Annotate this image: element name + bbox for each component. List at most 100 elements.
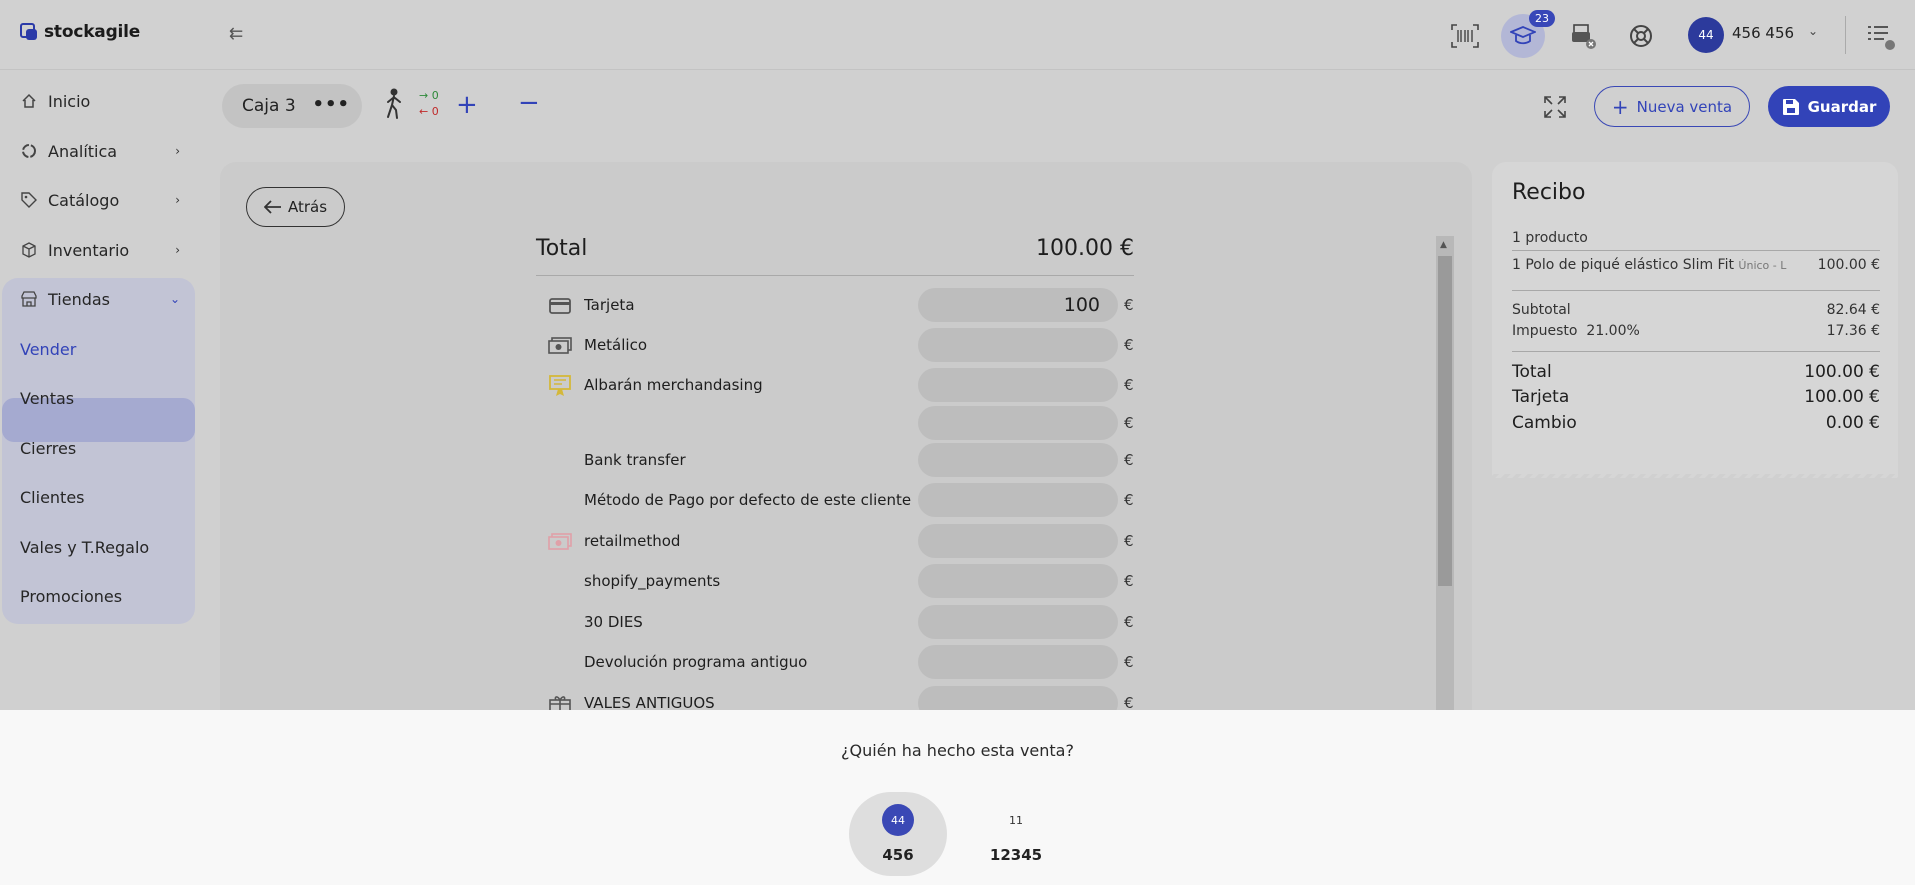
user-avatar[interactable]: 44 (1688, 17, 1724, 53)
save-button[interactable]: Guardar (1768, 86, 1890, 127)
product-count: 1 producto (1512, 230, 1588, 246)
payment-amount-input[interactable] (918, 524, 1118, 558)
currency-symbol: € (1124, 296, 1134, 314)
payment-amount-input[interactable] (918, 605, 1118, 639)
sidebar-subitem-vender[interactable]: Vender (20, 340, 76, 359)
fullscreen-icon[interactable] (1544, 96, 1566, 118)
chevron-down-icon[interactable]: ⌄ (1808, 24, 1818, 38)
arrow-left-icon (263, 200, 281, 214)
sidebar-subitem-ventas[interactable]: Ventas (20, 389, 74, 408)
payment-total-row: Total 100.00 € (536, 236, 1134, 276)
seller-avatar: 44 (882, 804, 914, 836)
receipt-divider (1512, 351, 1880, 352)
total-value: 100.00 € (1036, 236, 1134, 261)
customers-in-count: → 0 (419, 89, 439, 102)
payment-amount-input[interactable]: 100 (918, 288, 1118, 322)
count-out-value: 0 (431, 105, 439, 118)
sidebar-item-inventario[interactable]: Inventario › (20, 230, 180, 270)
payment-row-devolucion: Devolución programa antiguo € (536, 645, 1136, 681)
payment-row-albaran: Albarán merchandasing € (536, 368, 1136, 404)
payment-amount-input[interactable] (918, 406, 1118, 440)
receipt-total-label: Total (1512, 362, 1552, 382)
sidebar-subitem-clientes[interactable]: Clientes (20, 488, 85, 507)
more-options-icon[interactable]: ••• (312, 94, 350, 115)
logo[interactable]: stockagile (20, 22, 140, 42)
payment-scrollbar[interactable]: ▲ (1436, 236, 1454, 712)
payment-amount-input[interactable] (918, 686, 1118, 710)
caja-selector[interactable]: Caja 3 ••• (222, 84, 362, 128)
currency-symbol: € (1124, 613, 1134, 631)
seller-option[interactable]: 44 456 (849, 792, 947, 876)
sidebar-subitem-vales[interactable]: Vales y T.Regalo (20, 538, 149, 557)
help-lifebuoy-icon[interactable] (1619, 14, 1663, 58)
sidebar: Inicio Analítica › Catálogo › Inventario… (0, 70, 200, 710)
back-label: Atrás (287, 198, 328, 216)
notifications-badge: 23 (1529, 10, 1555, 27)
scroll-up-icon[interactable]: ▲ (1440, 240, 1447, 250)
logo-icon (20, 23, 38, 41)
tag-icon (20, 191, 38, 209)
payment-amount-input[interactable] (918, 368, 1118, 402)
academy-icon[interactable]: 23 (1501, 10, 1555, 58)
sidebar-subitem-cierres[interactable]: Cierres (20, 439, 76, 458)
total-label: Total (536, 236, 588, 261)
payment-amount-input[interactable] (918, 645, 1118, 679)
sidebar-item-catalogo[interactable]: Catálogo › (20, 180, 180, 220)
receipt-total: Total 100.00 € (1512, 362, 1880, 382)
save-icon (1782, 98, 1799, 115)
add-customer-icon[interactable]: + (456, 90, 478, 120)
subtotal-value: 82.64 € (1826, 302, 1880, 318)
payment-amount-input[interactable] (918, 564, 1118, 598)
top-header: stockagile ⇇ 23 44 456 456 ⌄ (0, 0, 1915, 70)
plus-icon: + (1611, 94, 1629, 119)
person-walking-icon[interactable] (380, 88, 408, 120)
sidebar-subitem-promociones[interactable]: Promociones (20, 587, 122, 606)
payment-method-label: shopify_payments (584, 572, 721, 590)
header-divider (1845, 16, 1846, 54)
payment-row-30-dies: 30 DIES € (536, 605, 1136, 641)
payment-method-label: Albarán merchandasing (584, 376, 763, 394)
barcode-icon[interactable] (1443, 14, 1487, 58)
sidebar-item-analitica[interactable]: Analítica › (20, 131, 180, 171)
receipt-card-label: Tarjeta (1512, 387, 1570, 407)
payment-amount-input[interactable] (918, 443, 1118, 477)
seller-option[interactable]: 11 12345 (967, 792, 1065, 876)
receipt-product-count: 1 producto (1512, 230, 1880, 246)
currency-symbol: € (1124, 653, 1134, 671)
collapse-sidebar-icon[interactable]: ⇇ (224, 22, 248, 46)
task-list-icon[interactable] (1866, 22, 1896, 50)
tax-rate: 21.00% (1586, 323, 1640, 339)
customers-out-count: ← 0 (419, 105, 439, 118)
cash-pink-icon (548, 532, 572, 552)
user-name[interactable]: 456 456 (1732, 24, 1794, 42)
sidebar-item-inicio[interactable]: Inicio (20, 81, 180, 121)
receipt-card: Tarjeta 100.00 € (1512, 387, 1880, 407)
tax-label: Impuesto (1512, 323, 1578, 339)
printer-offline-icon[interactable] (1561, 14, 1605, 58)
chevron-down-icon: ⌄ (169, 292, 180, 306)
new-sale-button[interactable]: + Nueva venta (1594, 86, 1750, 127)
payment-amount-input[interactable] (918, 328, 1118, 362)
caja-label: Caja 3 (242, 96, 296, 116)
scroll-thumb[interactable] (1438, 256, 1452, 586)
payment-row-metalico: Metálico € (536, 328, 1136, 364)
gift-icon (548, 694, 572, 710)
currency-symbol: € (1124, 376, 1134, 394)
chevron-right-icon: › (175, 144, 180, 158)
payment-method-label: VALES ANTIGUOS (584, 694, 715, 710)
remove-customer-icon[interactable]: − (518, 88, 540, 118)
payment-method-label: Bank transfer (584, 451, 686, 469)
payment-amount-input[interactable] (918, 483, 1118, 517)
cash-icon (548, 336, 572, 356)
receipt-divider (1512, 250, 1880, 251)
payment-row-retailmethod: retailmethod € (536, 524, 1136, 560)
payment-row-default-client: Método de Pago por defecto de este clien… (536, 483, 1136, 519)
payment-row-bank-transfer: Bank transfer € (536, 443, 1136, 479)
receipt-item[interactable]: 1 Polo de piqué elástico Slim Fit Único … (1512, 257, 1880, 273)
payment-row-unnamed: € (536, 406, 1136, 442)
sidebar-item-label: Catálogo (48, 190, 120, 210)
tax-value: 17.36 € (1826, 323, 1880, 339)
sidebar-item-tiendas[interactable]: Tiendas ⌄ (20, 279, 180, 319)
back-button[interactable]: Atrás (246, 187, 345, 227)
payment-method-label: Metálico (584, 336, 648, 354)
